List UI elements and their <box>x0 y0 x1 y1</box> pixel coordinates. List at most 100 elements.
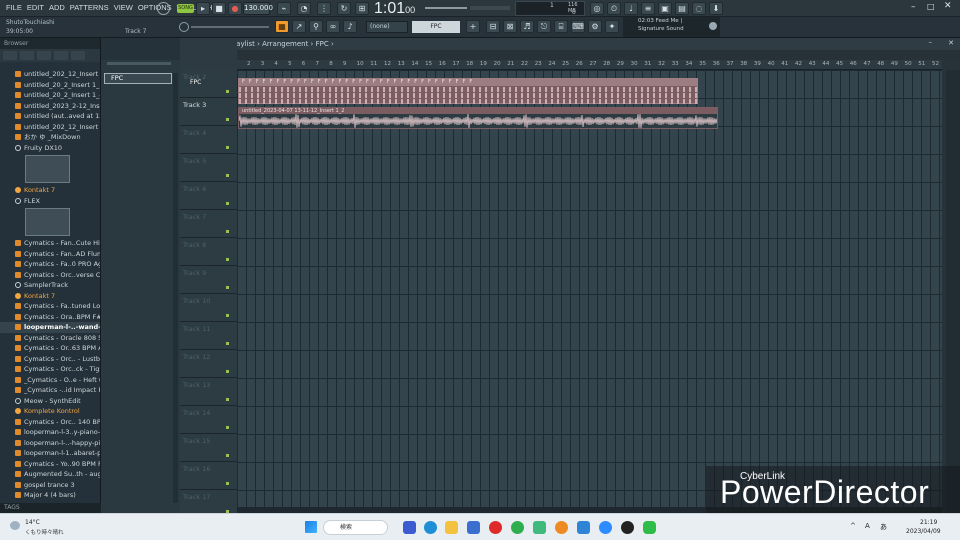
pattern-name-field[interactable]: FPC <box>412 21 460 33</box>
pattern-select[interactable]: (none) <box>366 21 408 33</box>
obs-icon[interactable] <box>621 521 634 534</box>
browser-search-icon[interactable] <box>54 51 68 60</box>
edge-icon[interactable] <box>424 521 437 534</box>
track-header[interactable]: Track 4 <box>180 126 237 154</box>
online-news-icon[interactable]: ◎ <box>590 2 604 15</box>
browser-item[interactable]: gospel trance 3 <box>0 480 100 491</box>
typing-keyboard-icon[interactable]: ⌁ <box>277 2 291 15</box>
ime-hiragana[interactable]: あ <box>880 522 887 532</box>
menu-edit[interactable]: EDIT <box>27 3 44 12</box>
news-arrow-icon[interactable] <box>709 22 717 30</box>
playlist-minimize-icon[interactable]: – <box>929 38 933 46</box>
record-button[interactable]: ● <box>228 2 242 15</box>
track-mute-led[interactable] <box>226 90 229 93</box>
track-mute-led[interactable] <box>226 174 229 177</box>
mixer-icon[interactable]: ≡ <box>641 2 655 15</box>
track-header[interactable]: Track 15 <box>180 434 237 462</box>
browser-item[interactable]: Kontakt 7 <box>0 185 100 196</box>
browser-item[interactable]: Cymatics - Ora..BPM F# Min <box>0 312 100 323</box>
folder-icon[interactable] <box>445 521 458 534</box>
track-mute-led[interactable] <box>226 146 229 149</box>
mic-icon[interactable]: ♩ <box>624 2 638 15</box>
browser-item[interactable]: looperman-l-1..abaret-piano <box>0 448 100 459</box>
metronome-icon[interactable] <box>157 2 170 15</box>
channel-scroll[interactable] <box>173 73 178 503</box>
track-mute-led[interactable] <box>226 426 229 429</box>
stop-button[interactable]: ■ <box>212 2 226 15</box>
search-box[interactable]: 検索 <box>323 520 388 535</box>
browser-item[interactable]: Cymatics - Orc..verse Crash 2 <box>0 270 100 281</box>
browser-item[interactable]: Cymatics - Or..63 BPM A Min <box>0 343 100 354</box>
app-icon-1[interactable] <box>403 521 416 534</box>
playlist-vertical-scrollbar[interactable] <box>946 70 960 513</box>
playlist-icon[interactable]: ↗ <box>292 20 306 33</box>
browser-toggle-icon[interactable]: ⎋ <box>537 20 551 33</box>
browser-item[interactable]: untitled_202_12_Insert 1_5 <box>0 69 100 80</box>
opera-icon[interactable] <box>489 521 502 534</box>
track-mute-led[interactable] <box>226 482 229 485</box>
track-mute-led[interactable] <box>226 118 229 121</box>
store-icon[interactable] <box>467 521 480 534</box>
browser-item[interactable]: Cymatics - Orc.. 140 BPM_2 <box>0 417 100 428</box>
app-icon-blue[interactable] <box>577 521 590 534</box>
plugin-icon[interactable]: ⚲ <box>309 20 323 33</box>
browser-item[interactable]: Cymatics - Oracle 808 5 - C <box>0 333 100 344</box>
clock-time[interactable]: 21:19 <box>920 519 937 526</box>
browser-item[interactable]: おか ゆ _MixDown <box>0 132 100 143</box>
browser-back-icon[interactable] <box>3 51 17 60</box>
browser-item[interactable]: Cymatics - Fan..Cute High - C <box>0 238 100 249</box>
browser-files-icon[interactable] <box>20 51 34 60</box>
app-icon-green[interactable] <box>533 521 546 534</box>
track-header[interactable]: Track 8 <box>180 238 237 266</box>
browser-item[interactable]: Cymatics - Fa..tuned Low - C <box>0 301 100 312</box>
loop-record-icon[interactable]: ↻ <box>337 2 351 15</box>
tempo-display[interactable]: 130.000 <box>243 2 273 15</box>
track-mute-led[interactable] <box>226 342 229 345</box>
track-mute-led[interactable] <box>226 454 229 457</box>
zoom-icon[interactable] <box>599 521 612 534</box>
browser-item[interactable]: Kontakt 7 <box>0 291 100 302</box>
track-mute-led[interactable] <box>226 202 229 205</box>
download-icon[interactable]: ⬇ <box>709 2 723 15</box>
browser-item[interactable]: Cymatics - Fan..AD Flume - C <box>0 249 100 260</box>
pattern-mode-icon[interactable]: ▦ <box>275 20 289 33</box>
track-header[interactable]: Track 10 <box>180 294 237 322</box>
browser-item[interactable]: Komplete Kontrol <box>0 406 100 417</box>
browser-item[interactable]: _Cymatics - O..e - Heft (D#) <box>0 375 100 386</box>
track-mute-led[interactable] <box>226 286 229 289</box>
add-pattern-icon[interactable]: + <box>466 20 480 33</box>
master-volume-slider[interactable] <box>425 7 467 9</box>
menu-add[interactable]: ADD <box>49 3 65 12</box>
browser-item[interactable]: untitled_20_2_Insert 1_4 ★ <box>0 90 100 101</box>
track-header[interactable]: Track 9 <box>180 266 237 294</box>
browser-item[interactable]: looperman-l-..-happy-piano <box>0 438 100 449</box>
browser-item[interactable]: looperman-l-..-wand-fuher <box>0 322 100 333</box>
browser-item[interactable]: _Cymatics -..id Impact FX 1 <box>0 385 100 396</box>
fl-studio-icon[interactable] <box>555 521 568 534</box>
playlist-close-icon[interactable]: ✕ <box>948 39 954 47</box>
menu-view[interactable]: VIEW <box>114 3 133 12</box>
browser-item[interactable]: Cymatics - Orc..ck - Tight (G) <box>0 364 100 375</box>
track-header[interactable]: Track 16 <box>180 462 237 490</box>
window-maximize-icon[interactable]: □ <box>927 2 935 11</box>
weather-icon[interactable] <box>10 521 20 530</box>
browser-tree-icon[interactable] <box>37 51 51 60</box>
link-icon[interactable]: ∞ <box>326 20 340 33</box>
arrangement-grid[interactable] <box>237 70 942 513</box>
piano-roll-icon[interactable]: ♪ <box>343 20 357 33</box>
tray-chevron-icon[interactable]: ^ <box>850 522 856 530</box>
ime-a[interactable]: A <box>865 522 870 530</box>
browser-item[interactable]: untitled_2023_2-12_Insert 1 <box>0 101 100 112</box>
browser-item[interactable]: untitled_20_2_Insert 1_3 ★ <box>0 80 100 91</box>
channel-rack-icon[interactable]: ⊠ <box>503 20 517 33</box>
browser-item[interactable]: Cymatics - Yo..90 BPM F Min <box>0 459 100 470</box>
menu-patterns[interactable]: PATTERNS <box>70 3 109 12</box>
track-header[interactable]: Track 2 <box>180 70 237 98</box>
save-icon[interactable]: ▣ <box>658 2 672 15</box>
browser-item[interactable]: Fruity DX10 <box>0 143 100 154</box>
browser-item[interactable]: untitled (aut..aved at 12h15) <box>0 111 100 122</box>
browser-item[interactable]: SamplerTrack <box>0 280 100 291</box>
plugin-picker-icon[interactable]: ⌸ <box>554 20 568 33</box>
touch-keyboard-icon[interactable]: ⌨ <box>571 20 585 33</box>
browser-item[interactable]: untitled_202_12_Insert 1_2 <box>0 122 100 133</box>
